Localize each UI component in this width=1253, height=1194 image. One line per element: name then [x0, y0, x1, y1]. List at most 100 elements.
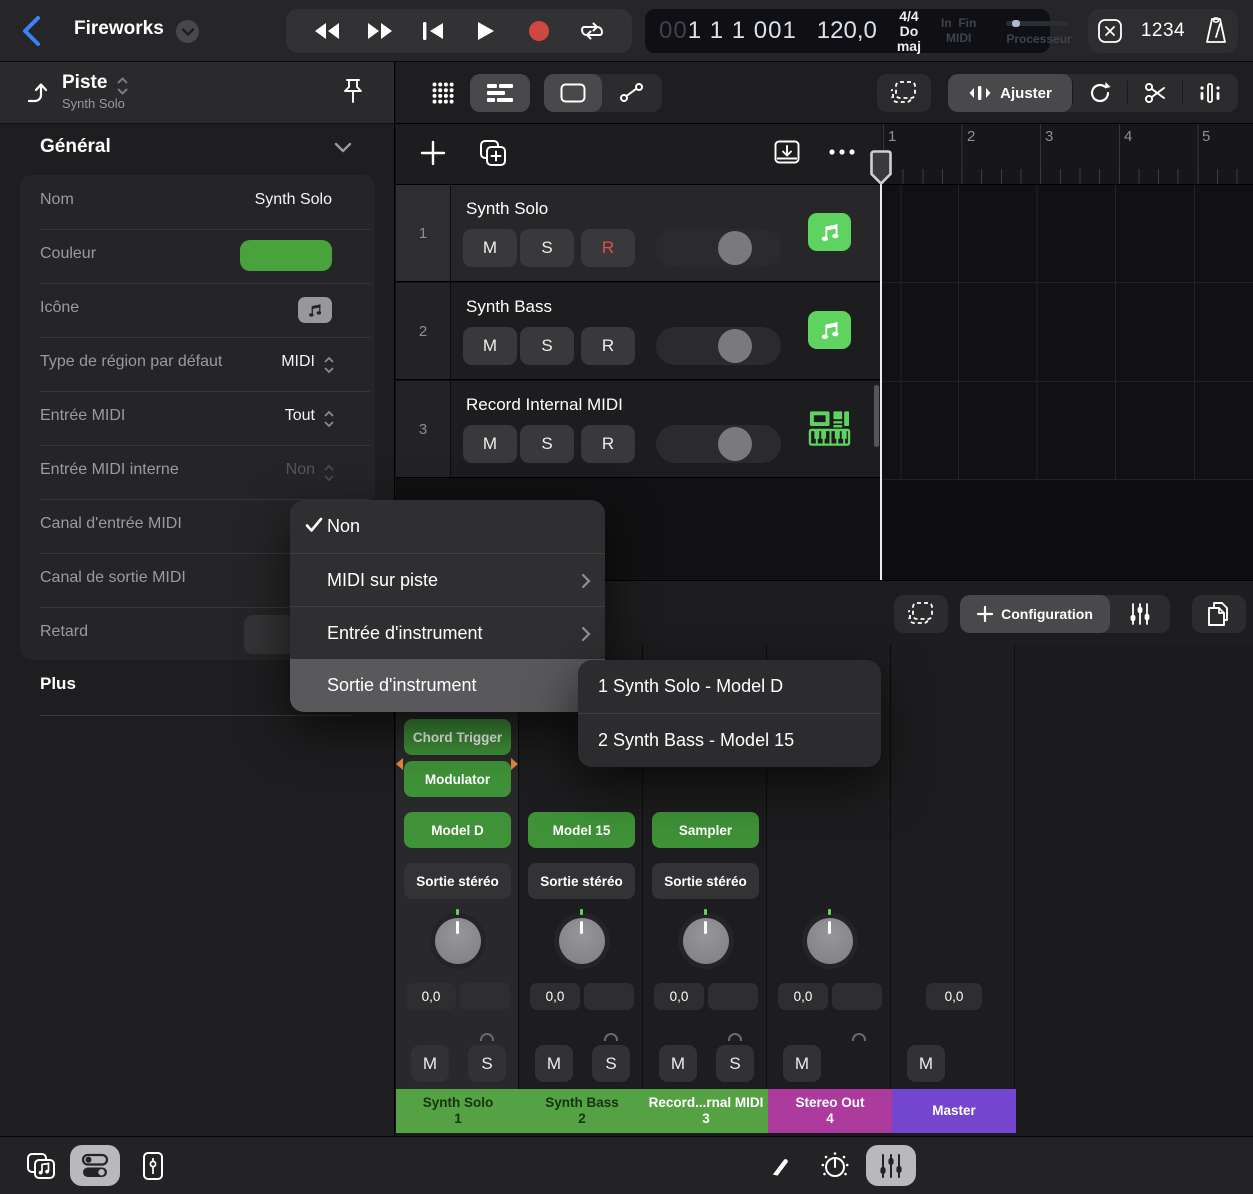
pin-icon[interactable]	[340, 78, 366, 108]
value-box-empty[interactable]	[584, 983, 634, 1010]
row-color[interactable]: Couleur	[20, 229, 375, 283]
track-row-record-internal-midi[interactable]: 3 Record Internal MIDI M S R	[396, 381, 881, 478]
row-icon[interactable]: Icône	[20, 283, 375, 337]
track-list-scrollbar[interactable]	[874, 385, 879, 447]
record-enable-button[interactable]: R	[581, 229, 635, 267]
playhead-line[interactable]	[880, 152, 882, 580]
volume-value[interactable]: 0,0	[926, 983, 982, 1010]
forward-button[interactable]	[361, 14, 399, 48]
instrument-slot[interactable]: Model D	[404, 812, 511, 848]
add-track-button[interactable]	[420, 140, 446, 166]
track-volume-slider[interactable]	[656, 327, 781, 365]
row-internal-midi-input[interactable]: Entrée MIDI interne Non	[20, 445, 375, 499]
solo-button[interactable]: S	[520, 425, 574, 463]
pan-knob[interactable]	[678, 913, 734, 969]
track-row-synth-solo[interactable]: 1 Synth Solo M S R	[396, 185, 881, 282]
playhead-marker[interactable]	[870, 150, 892, 186]
cycle-button[interactable]	[573, 14, 611, 48]
controls-panel-button[interactable]	[70, 1145, 120, 1186]
output-slot[interactable]: Sortie stéréo	[404, 863, 511, 899]
lcd-display[interactable]: 001 1 1 001 120,0 4/4 Do maj In Fin MIDI…	[645, 9, 1050, 53]
pan-knob[interactable]	[430, 913, 486, 969]
import-button[interactable]	[774, 140, 800, 164]
configuration-button[interactable]: Configuration	[960, 595, 1110, 633]
track-icon-button[interactable]	[298, 297, 332, 323]
track-icon-note[interactable]	[808, 213, 851, 251]
menu-item-sortie-instrument[interactable]: Sortie d'instrument	[290, 659, 605, 712]
instrument-slot[interactable]: Sampler	[652, 812, 759, 848]
solo-button[interactable]: S	[468, 1045, 506, 1082]
metronome-button[interactable]	[1203, 17, 1229, 45]
track-icon-note[interactable]	[808, 311, 851, 349]
section-collapse-icon[interactable]	[334, 142, 352, 153]
count-in-button[interactable]: 1234	[1141, 20, 1185, 42]
section-general[interactable]: Général	[40, 136, 111, 158]
submenu-item-synth-bass-model-15[interactable]: 2 Synth Bass - Model 15	[578, 713, 881, 766]
track-icon-synth[interactable]	[808, 409, 851, 447]
track-volume-slider[interactable]	[656, 425, 781, 463]
channel-strip-synth-solo[interactable]: Chord Trigger Modulator Model D Sortie s…	[396, 645, 519, 1133]
midi-fx-slot[interactable]: Chord Trigger	[404, 719, 511, 755]
strip-name[interactable]: Master	[892, 1089, 1016, 1133]
instrument-slot[interactable]: Model 15	[528, 812, 635, 848]
solo-button[interactable]: S	[592, 1045, 630, 1082]
mute-button[interactable]: M	[411, 1045, 449, 1082]
mute-button[interactable]: M	[535, 1045, 573, 1082]
track-options-button[interactable]	[828, 148, 856, 156]
browser-button[interactable]	[16, 1145, 66, 1186]
midi-fx-slot[interactable]: Modulator	[404, 761, 511, 797]
value-box-empty[interactable]	[708, 983, 758, 1010]
track-switcher-icon[interactable]	[116, 76, 129, 96]
duplicate-track-button[interactable]	[478, 138, 508, 168]
mute-button[interactable]: M	[659, 1045, 697, 1082]
rewind-button[interactable]	[308, 14, 346, 48]
loop-tool-button[interactable]	[1073, 74, 1127, 112]
strip-name[interactable]: Record...rnal MIDI3	[644, 1089, 768, 1133]
marquee-tool-button[interactable]	[877, 74, 931, 112]
record-enable-button[interactable]: R	[581, 425, 635, 463]
navigate-up-icon[interactable]	[22, 79, 50, 107]
record-button[interactable]	[520, 14, 558, 48]
record-enable-button[interactable]: R	[581, 327, 635, 365]
knob-controls-button[interactable]	[810, 1145, 860, 1186]
back-icon[interactable]	[18, 14, 44, 48]
mute-button[interactable]: M	[783, 1045, 821, 1082]
pan-value[interactable]: 0,0	[778, 983, 828, 1010]
submenu-item-synth-solo-model-d[interactable]: 1 Synth Solo - Model D	[578, 660, 881, 713]
row-midi-input[interactable]: Entrée MIDI Tout	[20, 391, 375, 445]
pan-knob[interactable]	[554, 913, 610, 969]
mixer-view-button[interactable]	[866, 1145, 916, 1186]
menu-item-non[interactable]: Non	[290, 500, 605, 553]
strip-name[interactable]: Synth Bass2	[520, 1089, 644, 1133]
output-slot[interactable]: Sortie stéréo	[652, 863, 759, 899]
trim-tool-button[interactable]: Ajuster	[948, 74, 1072, 112]
dismiss-keyboard-button[interactable]	[1097, 18, 1123, 44]
pan-value[interactable]: 0,0	[406, 983, 456, 1010]
value-box-empty[interactable]	[460, 983, 510, 1010]
pan-value[interactable]: 0,0	[530, 983, 580, 1010]
project-menu-disclosure[interactable]	[176, 20, 199, 43]
strip-name[interactable]: Stereo Out4	[768, 1089, 892, 1133]
grid-view-button[interactable]	[416, 74, 470, 112]
pencil-tool-button[interactable]	[756, 1145, 806, 1186]
go-to-beginning-button[interactable]	[414, 14, 452, 48]
track-volume-slider[interactable]	[656, 229, 781, 267]
channel-strip-master[interactable]: 0,0 M Master	[892, 645, 1015, 1133]
mute-button[interactable]: M	[463, 327, 517, 365]
menu-item-entree-instrument[interactable]: Entrée d'instrument	[290, 606, 605, 659]
strip-name[interactable]: Synth Solo1	[396, 1089, 520, 1133]
solo-button[interactable]: S	[716, 1045, 754, 1082]
fader-panel-button[interactable]	[128, 1145, 178, 1186]
tracks-view-button[interactable]	[470, 74, 530, 112]
slot-reorder-handle-right[interactable]	[511, 758, 518, 770]
mixer-marquee-button[interactable]	[894, 595, 948, 633]
copy-channel-button[interactable]	[1192, 595, 1246, 633]
track-row-synth-bass[interactable]: 2 Synth Bass M S R	[396, 283, 881, 380]
output-slot[interactable]: Sortie stéréo	[528, 863, 635, 899]
play-button[interactable]	[467, 14, 505, 48]
arrange-grid[interactable]	[881, 185, 1253, 580]
menu-item-midi-sur-piste[interactable]: MIDI sur piste	[290, 553, 605, 606]
mute-button[interactable]: M	[463, 425, 517, 463]
slot-reorder-handle-left[interactable]	[396, 758, 403, 770]
split-tool-button[interactable]	[1128, 74, 1182, 112]
